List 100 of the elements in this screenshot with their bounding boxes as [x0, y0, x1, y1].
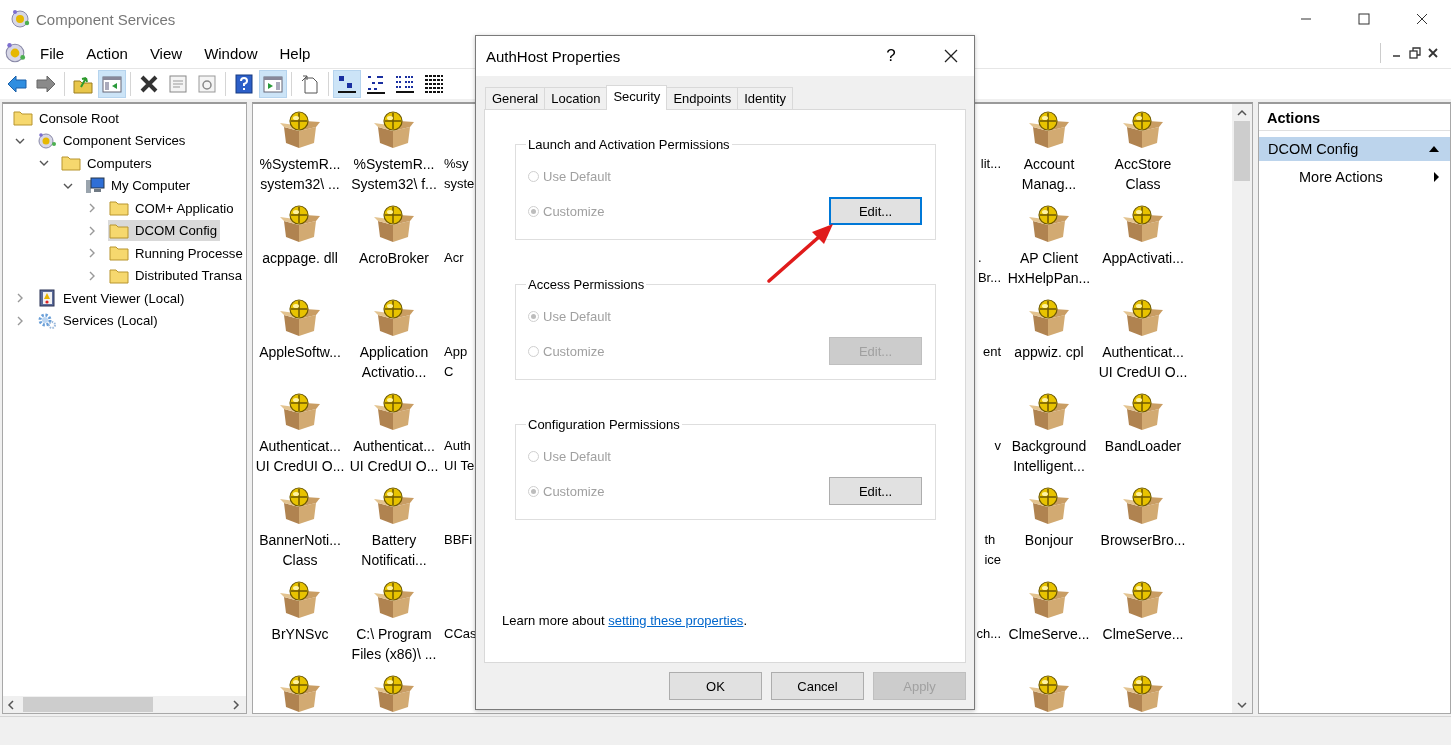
scroll-down-icon[interactable]	[1237, 701, 1247, 709]
component-label[interactable]: Application Activatio...	[359, 342, 429, 382]
toolbar-button[interactable]	[333, 70, 361, 98]
component-label[interactable]: Account Manag...	[1021, 154, 1077, 194]
component-label[interactable]: AccStore Class	[1114, 154, 1172, 194]
dialog-title: AuthHost Properties	[486, 47, 621, 65]
scroll-left-icon[interactable]	[7, 699, 15, 710]
app-icon[interactable]	[4, 42, 26, 64]
component-label[interactable]: ClmeServe...	[1008, 624, 1090, 644]
restore-icon[interactable]	[1409, 47, 1421, 59]
submenu-triangle-icon	[1433, 171, 1440, 183]
edit-button[interactable]: Edit...	[829, 477, 922, 505]
tree-item[interactable]: Event Viewer (Local)	[36, 287, 188, 309]
scroll-right-icon[interactable]	[232, 699, 240, 710]
component-label[interactable]: Acr	[444, 248, 464, 268]
group-title: Access Permissions	[527, 277, 646, 292]
help-button[interactable]: ?	[871, 45, 911, 67]
component-label[interactable]: Bonjour	[1024, 530, 1074, 550]
component-label[interactable]: AppleSoftw...	[259, 342, 341, 362]
component-icon	[278, 486, 322, 526]
menu-item[interactable]: File	[32, 44, 73, 62]
component-label[interactable]: C:\ Program Files (x86)\ ...	[351, 624, 437, 664]
component-label[interactable]: Background Intelligent...	[1011, 436, 1087, 476]
component-label[interactable]: lit...	[980, 154, 1001, 174]
component-label[interactable]: Battery Notificati...	[361, 530, 427, 570]
component-label[interactable]: th ice	[984, 530, 1001, 570]
component-label[interactable]: Authenticat... UI CredUI O...	[1098, 342, 1188, 382]
close-icon	[1416, 13, 1428, 25]
tree-item[interactable]: COM+ Applicatio	[108, 197, 237, 219]
component-icon	[372, 298, 416, 338]
small-icons-view-icon	[365, 73, 387, 95]
scrollbar-thumb[interactable]	[1234, 121, 1250, 181]
actions-header: Actions	[1259, 104, 1450, 131]
component-label[interactable]: Auth UI Te	[444, 436, 475, 476]
component-label[interactable]: ch...	[976, 624, 1001, 644]
tab[interactable]: Identity	[737, 87, 794, 109]
tab[interactable]: Endpoints	[666, 87, 739, 109]
component-label[interactable]: Authenticat... UI CredUI O...	[349, 436, 439, 476]
component-label[interactable]: AcroBroker	[359, 248, 429, 268]
component-icon	[1027, 392, 1071, 432]
component-label[interactable]: acppage. dll	[262, 248, 338, 268]
action-section[interactable]: DCOM Config	[1259, 137, 1450, 161]
menu-item[interactable]: View	[141, 44, 191, 62]
component-label[interactable]: AppActivati...	[1102, 248, 1184, 268]
dialog-button[interactable]: Cancel	[771, 672, 864, 700]
console-tree-icon	[101, 73, 123, 95]
scrollbar-thumb[interactable]	[23, 697, 153, 712]
dialog-button[interactable]: OK	[669, 672, 762, 700]
folder-icon	[109, 199, 129, 218]
tree-item[interactable]: My Computer	[84, 175, 194, 197]
component-icon	[1027, 110, 1071, 150]
component-label[interactable]: BrowserBro...	[1100, 530, 1186, 550]
folder-icon	[13, 109, 33, 128]
tree-item[interactable]: Console Root	[12, 107, 122, 129]
component-icon	[1121, 486, 1165, 526]
menu-item[interactable]: Help	[271, 44, 319, 62]
tab[interactable]: General	[485, 87, 546, 109]
component-icon	[1027, 204, 1071, 244]
action-pane-icon	[262, 73, 284, 95]
component-label[interactable]: BBFi	[444, 530, 473, 550]
folder-icon	[109, 266, 129, 285]
edit-button[interactable]: Edit...	[829, 197, 922, 225]
component-label[interactable]: ClmeServe...	[1102, 624, 1184, 644]
component-label[interactable]: %SystemR... system32\ ...	[259, 154, 341, 194]
tree-item[interactable]: Services (Local)	[36, 310, 161, 332]
component-icon	[278, 392, 322, 432]
component-label[interactable]: v	[994, 436, 1001, 456]
component-label[interactable]: ent	[982, 342, 1001, 362]
component-icon	[372, 580, 416, 620]
component-icon	[278, 204, 322, 244]
component-label[interactable]: %SystemR... System32\ f...	[351, 154, 437, 194]
tree-item[interactable]: Distributed Transa	[108, 265, 245, 287]
component-label[interactable]: CCas	[444, 624, 477, 644]
menu-item[interactable]: Window	[196, 44, 266, 62]
annotation-arrow	[764, 222, 836, 286]
tree-item[interactable]: Running Processe	[108, 242, 246, 264]
tree-item[interactable]: DCOM Config	[108, 220, 221, 242]
component-label[interactable]: BandLoader	[1104, 436, 1182, 456]
delete-icon	[138, 73, 160, 95]
menu-item[interactable]: Action	[78, 44, 136, 62]
component-label[interactable]: . Br...	[977, 248, 1001, 288]
tab[interactable]: Security	[606, 85, 668, 110]
component-label[interactable]: BrYNSvc	[271, 624, 329, 644]
tree-item[interactable]: Computers	[60, 152, 155, 174]
component-label[interactable]: AP Client HxHelpPan...	[1007, 248, 1091, 288]
component-label[interactable]: %sy syste	[444, 154, 475, 194]
component-icon	[1121, 392, 1165, 432]
component-label[interactable]: appwiz. cpl	[1014, 342, 1084, 362]
component-icon	[1027, 580, 1071, 620]
tree-item[interactable]: Component Services	[36, 130, 189, 152]
folder-icon	[109, 221, 129, 240]
component-label[interactable]: BannerNoti... Class	[259, 530, 341, 570]
component-icon	[372, 204, 416, 244]
component-label[interactable]: App C	[444, 342, 468, 382]
component-label[interactable]: Authenticat... UI CredUI O...	[255, 436, 345, 476]
close-icon[interactable]	[1427, 47, 1439, 59]
component-icon	[372, 674, 416, 713]
action-item[interactable]: More Actions	[1259, 165, 1450, 189]
collapse-triangle-icon	[1428, 145, 1440, 153]
scroll-up-icon[interactable]	[1237, 109, 1247, 117]
